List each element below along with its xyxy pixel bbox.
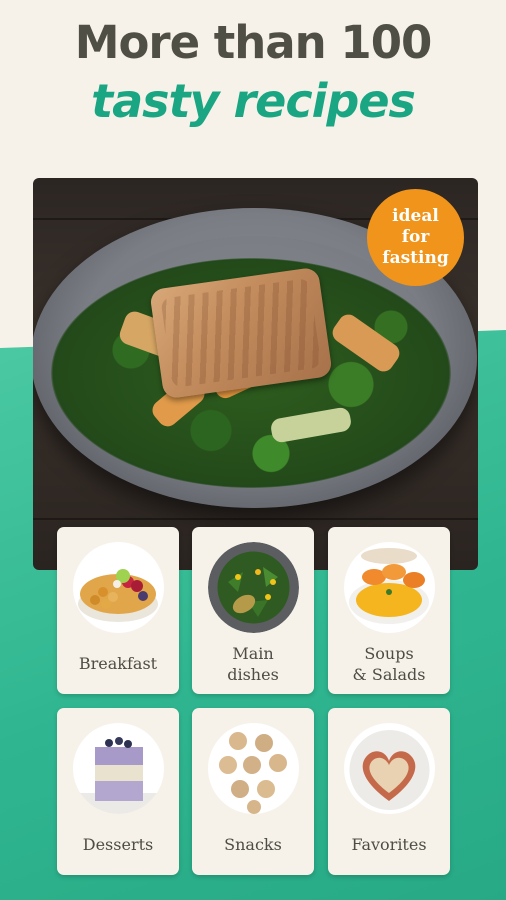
main-dish-icon [208, 542, 299, 633]
category-label: Main dishes [227, 644, 279, 684]
category-tile-desserts[interactable]: Desserts [57, 708, 179, 875]
snack-balls-icon [208, 723, 299, 814]
category-label: Favorites [351, 835, 427, 854]
category-tile-main-dishes[interactable]: Main dishes [192, 527, 314, 694]
category-label: Desserts [82, 835, 154, 854]
category-label: Breakfast [78, 654, 158, 673]
category-tile-breakfast[interactable]: Breakfast [57, 527, 179, 694]
category-label: Snacks [224, 835, 282, 854]
heart-pancake-icon [344, 723, 435, 814]
breakfast-bowl-icon [73, 542, 164, 633]
category-tile-favorites[interactable]: Favorites [328, 708, 450, 875]
dessert-glass-icon [73, 723, 164, 814]
category-tile-snacks[interactable]: Snacks [192, 708, 314, 875]
category-tile-soups-salads[interactable]: Soups & Salads [328, 527, 450, 694]
soup-bowl-icon [344, 542, 435, 633]
category-label: Soups & Salads [352, 644, 426, 684]
